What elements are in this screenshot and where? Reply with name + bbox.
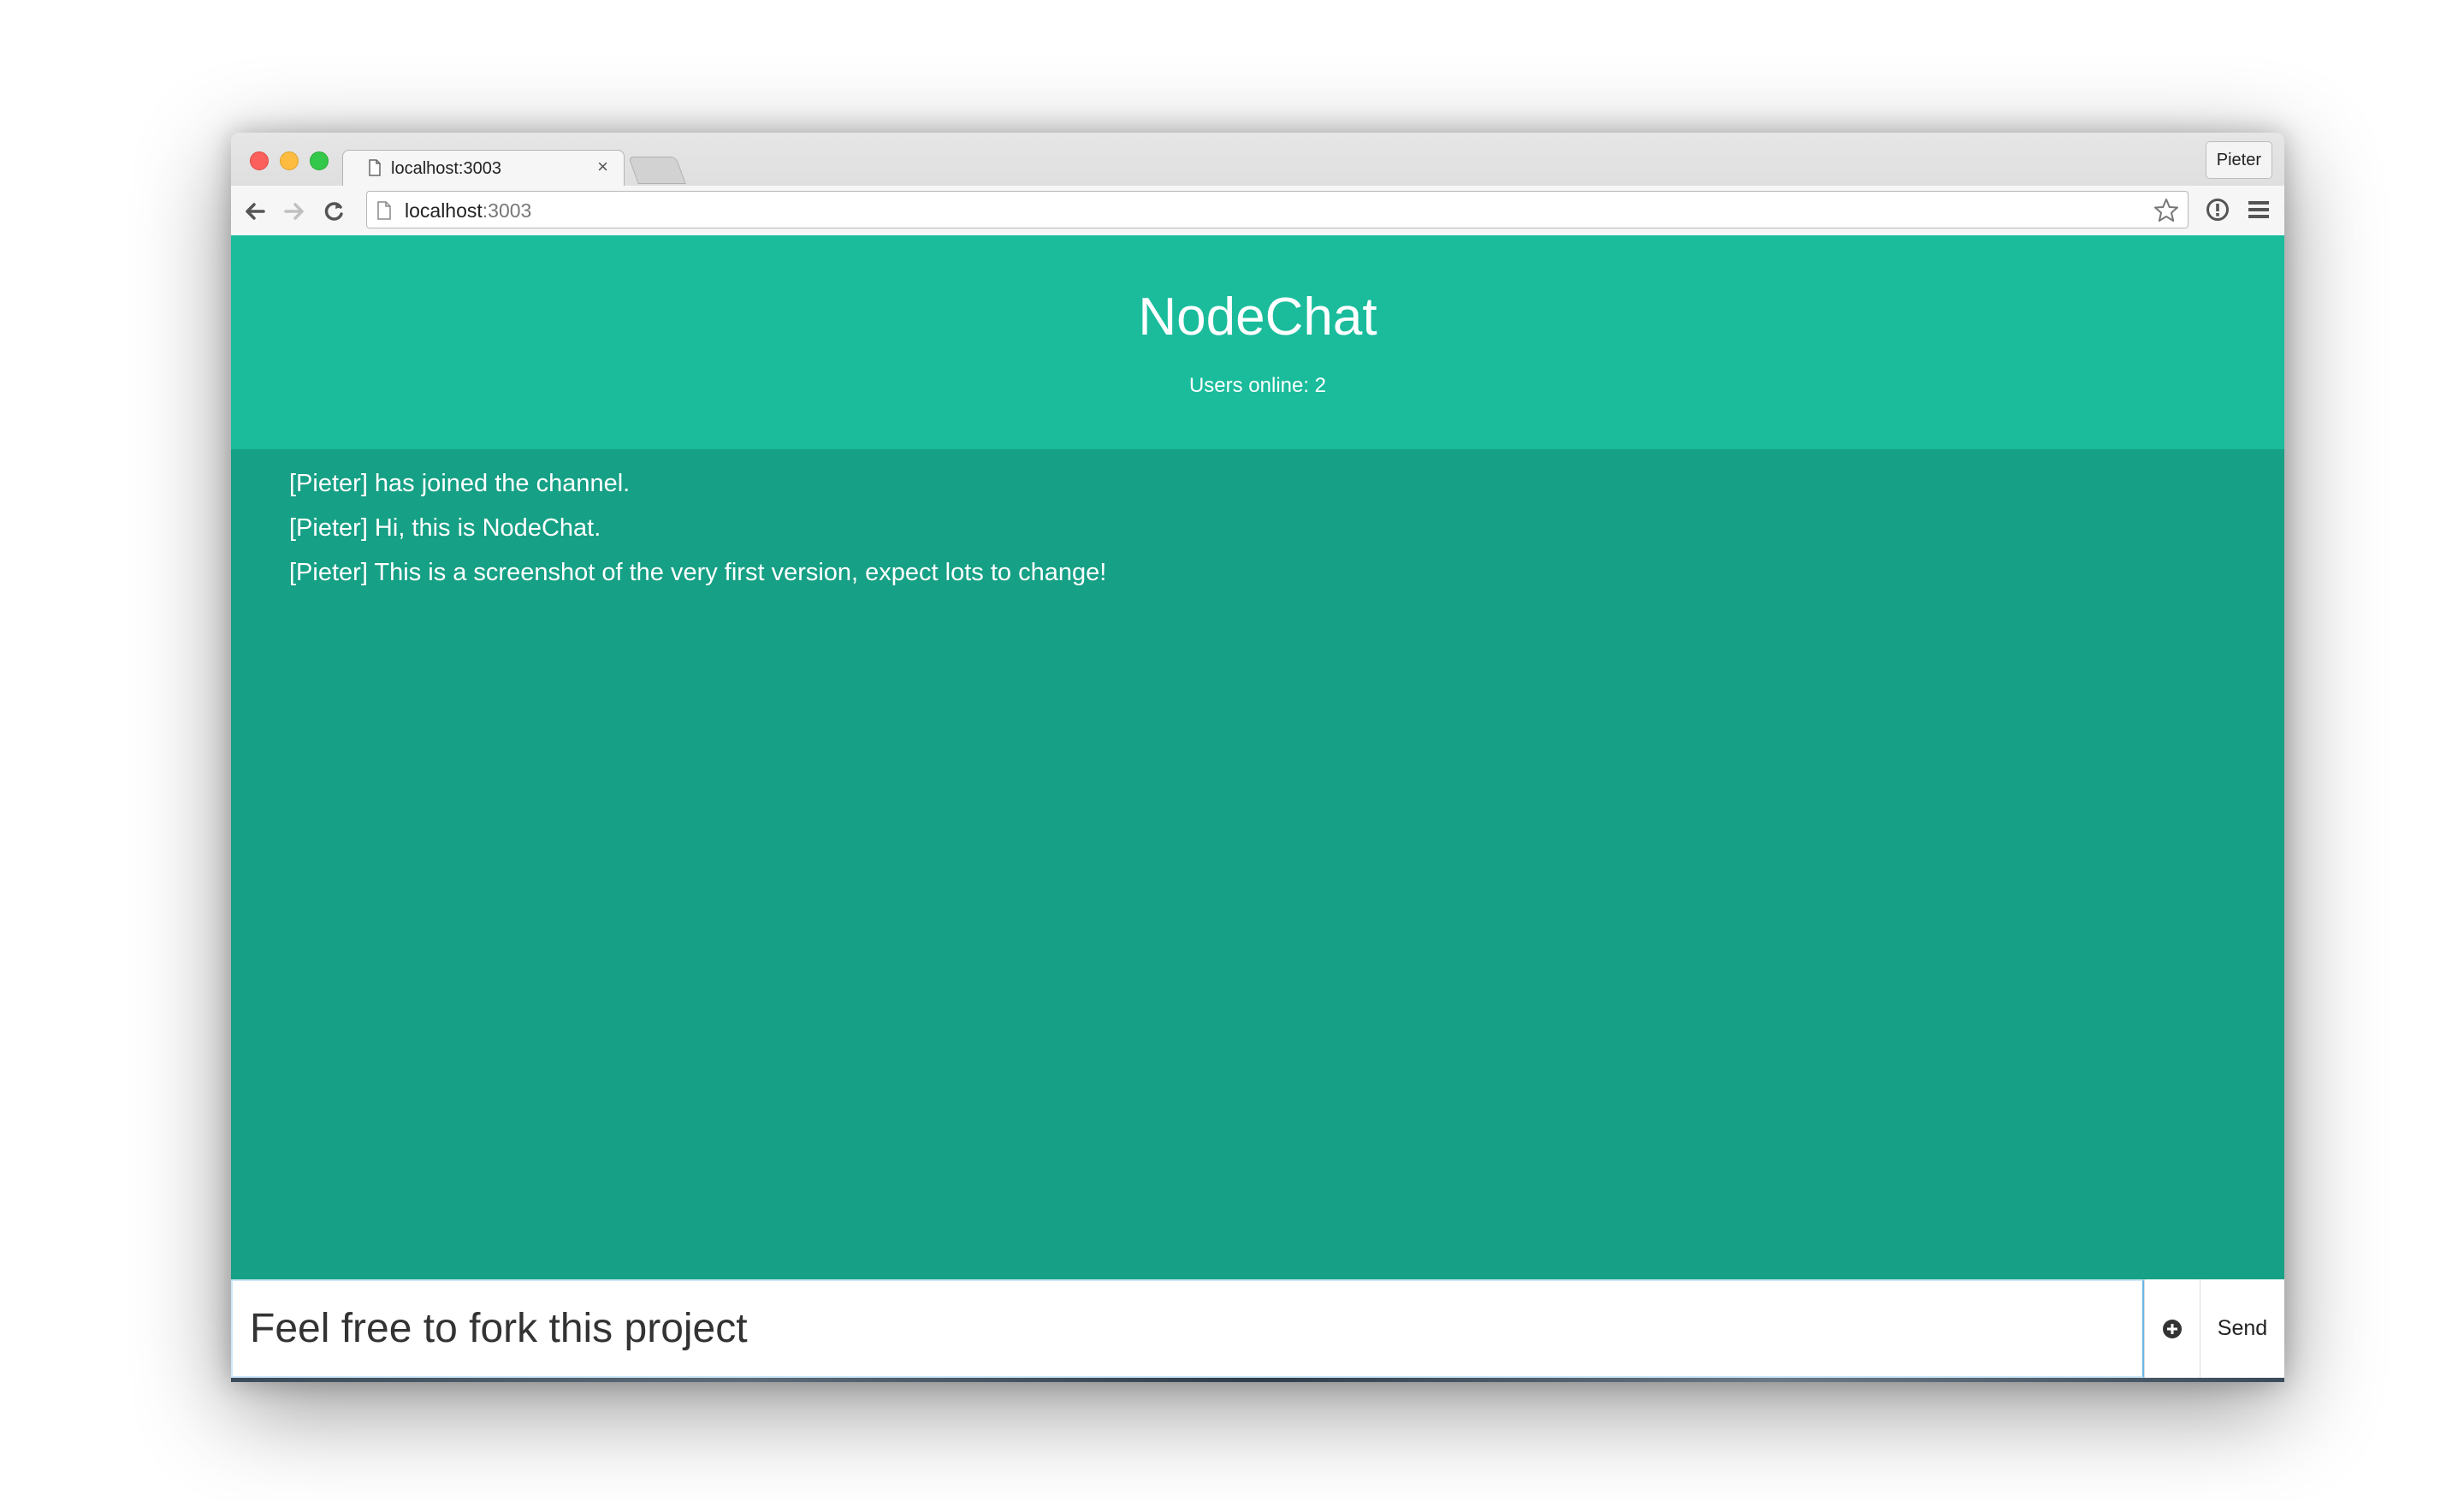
message-item: [Pieter] Hi, this is NodeChat. — [289, 514, 601, 542]
message-item: [Pieter] This is a screenshot of the ver… — [289, 559, 1107, 586]
message-item: [Pieter] has joined the channel. — [289, 470, 631, 497]
window-controls — [250, 151, 329, 170]
browser-window: localhost:3003 × Pieter localhost:3003 N… — [231, 133, 2284, 1382]
app-title: NodeChat — [1138, 288, 1377, 347]
back-button[interactable] — [241, 198, 269, 225]
arrow-right-icon — [284, 203, 304, 220]
plus-circle-icon — [2163, 1319, 2182, 1338]
hamburger-menu-icon[interactable] — [2247, 199, 2271, 220]
message-list: [Pieter] has joined the channel. [Pieter… — [231, 449, 2284, 1279]
url-port: :3003 — [482, 199, 532, 222]
tab-title: localhost:3003 — [391, 159, 501, 178]
page-content: NodeChat Users online: 2 [Pieter] has jo… — [231, 235, 2284, 1382]
close-window-button[interactable] — [250, 151, 269, 170]
address-bar[interactable]: localhost:3003 — [366, 191, 2189, 228]
document-icon — [377, 201, 391, 220]
document-icon — [369, 159, 381, 176]
browser-tab[interactable]: localhost:3003 × — [342, 150, 625, 186]
minimize-window-button[interactable] — [280, 151, 299, 170]
info-icon[interactable] — [2206, 198, 2230, 222]
window-bottom-edge — [231, 1378, 2284, 1382]
message-input[interactable] — [231, 1279, 2144, 1378]
profile-button[interactable]: Pieter — [2205, 141, 2272, 179]
reload-button[interactable] — [320, 198, 347, 225]
reload-icon — [324, 202, 343, 221]
browser-chrome: localhost:3003 × Pieter localhost:3003 — [231, 133, 2284, 236]
send-button[interactable]: Send — [2200, 1279, 2284, 1378]
app-header: NodeChat Users online: 2 — [231, 235, 2284, 449]
star-icon[interactable] — [2153, 198, 2179, 223]
url-text: localhost:3003 — [405, 199, 531, 222]
tab-close-icon[interactable]: × — [597, 156, 608, 177]
arrow-left-icon — [246, 203, 265, 220]
forward-button[interactable] — [281, 198, 308, 225]
attach-button[interactable] — [2144, 1279, 2200, 1378]
maximize-window-button[interactable] — [310, 151, 329, 170]
new-tab-button[interactable] — [628, 157, 686, 184]
url-host: localhost — [405, 199, 483, 222]
users-online-count: Users online: 2 — [1188, 374, 1327, 397]
browser-toolbar: localhost:3003 — [231, 186, 2284, 235]
message-composer: Send — [231, 1279, 2284, 1378]
